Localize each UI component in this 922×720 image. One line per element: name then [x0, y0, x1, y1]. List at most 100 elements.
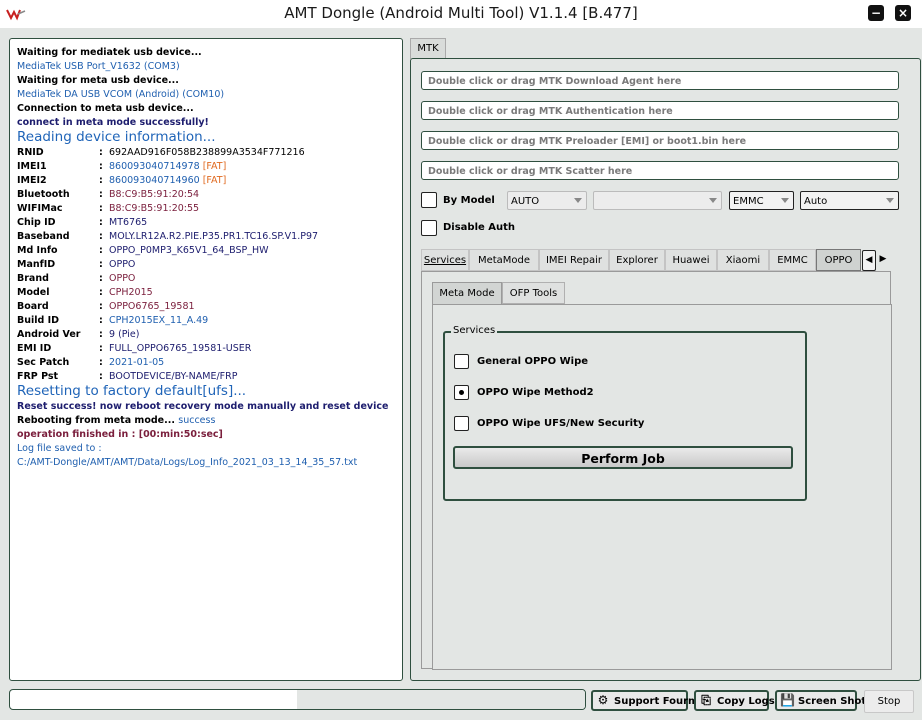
info-value: 9 (Pie) — [109, 329, 140, 340]
info-key: RNID — [17, 147, 44, 158]
by-model-label: By Model — [443, 195, 495, 206]
scatter-field[interactable]: Double click or drag MTK Scatter here — [421, 161, 899, 180]
log-status: success — [178, 415, 216, 426]
stop-button[interactable]: Stop — [864, 690, 914, 713]
model-select[interactable]: AUTO — [507, 191, 587, 210]
log-line: Log file saved to : — [17, 443, 102, 454]
info-key: Baseband — [17, 231, 70, 242]
info-value: CPH2015 — [109, 287, 153, 298]
info-tag: [FAT] — [202, 175, 227, 186]
info-value: MOLY.LR12A.R2.PIE.P35.PR1.TC16.SP.V1.P97 — [109, 231, 319, 242]
chevron-down-icon — [709, 198, 717, 203]
storage-select[interactable]: EMMC — [729, 191, 794, 210]
download-agent-field[interactable]: Double click or drag MTK Download Agent … — [421, 71, 899, 90]
log-line: MediaTek USB Port_V1632 (COM3) — [17, 61, 180, 72]
oppo-wipe-method2-label: OPPO Wipe Method2 — [477, 387, 594, 398]
progress-fill — [297, 690, 585, 709]
tab-mtk[interactable]: MTK — [410, 38, 446, 59]
log-text: Rebooting from meta mode... — [17, 415, 175, 426]
preloader-field[interactable]: Double click or drag MTK Preloader [EMI]… — [421, 131, 899, 150]
info-key: Sec Patch — [17, 357, 70, 368]
disable-auth-label: Disable Auth — [443, 222, 516, 233]
save-icon: 💾 — [780, 693, 795, 707]
tab-explorer[interactable]: Explorer — [609, 249, 665, 271]
screenshot-label: Screen Shot — [798, 696, 867, 707]
tab-scroll-right-icon[interactable]: ▶ — [877, 250, 889, 269]
info-value: FULL_OPPO6765_19581-USER — [109, 343, 252, 354]
log-line: Waiting for mediatek usb device... — [17, 47, 202, 58]
info-tag: [FAT] — [202, 161, 227, 172]
services-group-label: Services — [451, 325, 498, 336]
copy-logs-label: Copy Logs — [717, 696, 775, 707]
secondary-select[interactable] — [593, 191, 722, 210]
authentication-field[interactable]: Double click or drag MTK Authentication … — [421, 101, 899, 120]
general-oppo-wipe-radio[interactable] — [454, 354, 469, 369]
support-forum-label: Support Fourm — [614, 696, 699, 707]
mode-select-value: Auto — [804, 196, 828, 207]
info-value: 692AAD916F058B238899A3534F771216 — [109, 147, 305, 158]
storage-select-value: EMMC — [733, 196, 764, 207]
log-panel[interactable]: Waiting for mediatek usb device... Media… — [9, 38, 403, 681]
chevron-down-icon — [574, 198, 582, 203]
tab-scroll-left-icon[interactable]: ◀ — [862, 250, 876, 271]
tab-oppo[interactable]: OPPO — [816, 249, 861, 271]
minimize-button[interactable]: − — [868, 5, 884, 21]
by-model-checkbox[interactable] — [421, 192, 437, 208]
copy-logs-button[interactable]: ⎘ Copy Logs — [694, 690, 775, 711]
subtab-ofp-tools[interactable]: OFP Tools — [502, 282, 565, 304]
log-heading: Resetting to factory default[ufs]... — [17, 383, 247, 399]
info-key: Brand — [17, 273, 49, 284]
log-path: C:/AMT-Dongle/AMT/AMT/Data/Logs/Log_Info… — [17, 457, 358, 468]
log-line: Rebooting from meta mode... success — [17, 415, 215, 426]
info-value: B8:C9:B5:91:20:55 — [109, 203, 200, 214]
mode-select[interactable]: Auto — [800, 191, 899, 210]
general-oppo-wipe-label: General OPPO Wipe — [477, 356, 589, 367]
info-value: OPPO — [109, 273, 136, 284]
oppo-wipe-method2-radio[interactable] — [454, 385, 469, 400]
tab-services[interactable]: Services — [421, 249, 469, 271]
log-line: Reset success! now reboot recovery mode … — [17, 401, 389, 412]
screenshot-button[interactable]: 💾 Screen Shot — [775, 690, 866, 711]
oppo-wipe-ufs-label: OPPO Wipe UFS/New Security — [477, 418, 645, 429]
progress-bar — [9, 689, 586, 710]
info-value: 860093040714960 — [109, 175, 200, 186]
info-key: ManfID — [17, 259, 56, 270]
log-line: Waiting for meta usb device... — [17, 75, 179, 86]
tab-metamode[interactable]: MetaMode — [469, 249, 539, 271]
info-key: IMEI1 — [17, 161, 47, 172]
info-value: MT6765 — [109, 217, 148, 228]
info-value: 860093040714978 — [109, 161, 200, 172]
info-key: IMEI2 — [17, 175, 47, 186]
info-key: Android Ver — [17, 329, 81, 340]
info-value: OPPO_P0MP3_K65V1_64_BSP_HW — [109, 245, 269, 256]
info-key: WIFIMac — [17, 203, 63, 214]
tab-emmc[interactable]: EMMC — [769, 249, 816, 271]
support-forum-button[interactable]: ⚙ Support Fourm — [591, 690, 698, 711]
log-heading: Reading device information... — [17, 129, 216, 145]
gear-icon: ⚙ — [597, 693, 609, 707]
info-key: Md Info — [17, 245, 58, 256]
radio-selected-dot — [459, 390, 464, 395]
chevron-down-icon — [781, 198, 789, 203]
log-line: connect in meta mode successfully! — [17, 117, 209, 128]
perform-job-button[interactable]: Perform Job — [453, 446, 793, 469]
log-line: Connection to meta usb device... — [17, 103, 194, 114]
oppo-wipe-ufs-radio[interactable] — [454, 416, 469, 431]
close-button[interactable]: × — [895, 5, 911, 21]
subtab-meta-mode[interactable]: Meta Mode — [432, 282, 502, 304]
tab-imei-repair[interactable]: IMEI Repair — [539, 249, 609, 271]
chevron-down-icon — [886, 198, 894, 203]
tab-xiaomi[interactable]: Xiaomi — [717, 249, 769, 271]
log-line: MediaTek DA USB VCOM (Android) (COM10) — [17, 89, 225, 100]
info-value: B8:C9:B5:91:20:54 — [109, 189, 200, 200]
info-value: OPPO — [109, 259, 136, 270]
window-title: AMT Dongle (Android Multi Tool) V1.1.4 [… — [284, 4, 638, 22]
info-value: CPH2015EX_11_A.49 — [109, 315, 209, 326]
info-key: FRP Pst — [17, 371, 59, 382]
disable-auth-checkbox[interactable] — [421, 220, 437, 236]
tab-huawei[interactable]: Huawei — [665, 249, 717, 271]
info-key: EMI ID — [17, 343, 52, 354]
model-select-value: AUTO — [511, 196, 540, 207]
info-value: 2021-01-05 — [109, 357, 165, 368]
info-key: Bluetooth — [17, 189, 70, 200]
